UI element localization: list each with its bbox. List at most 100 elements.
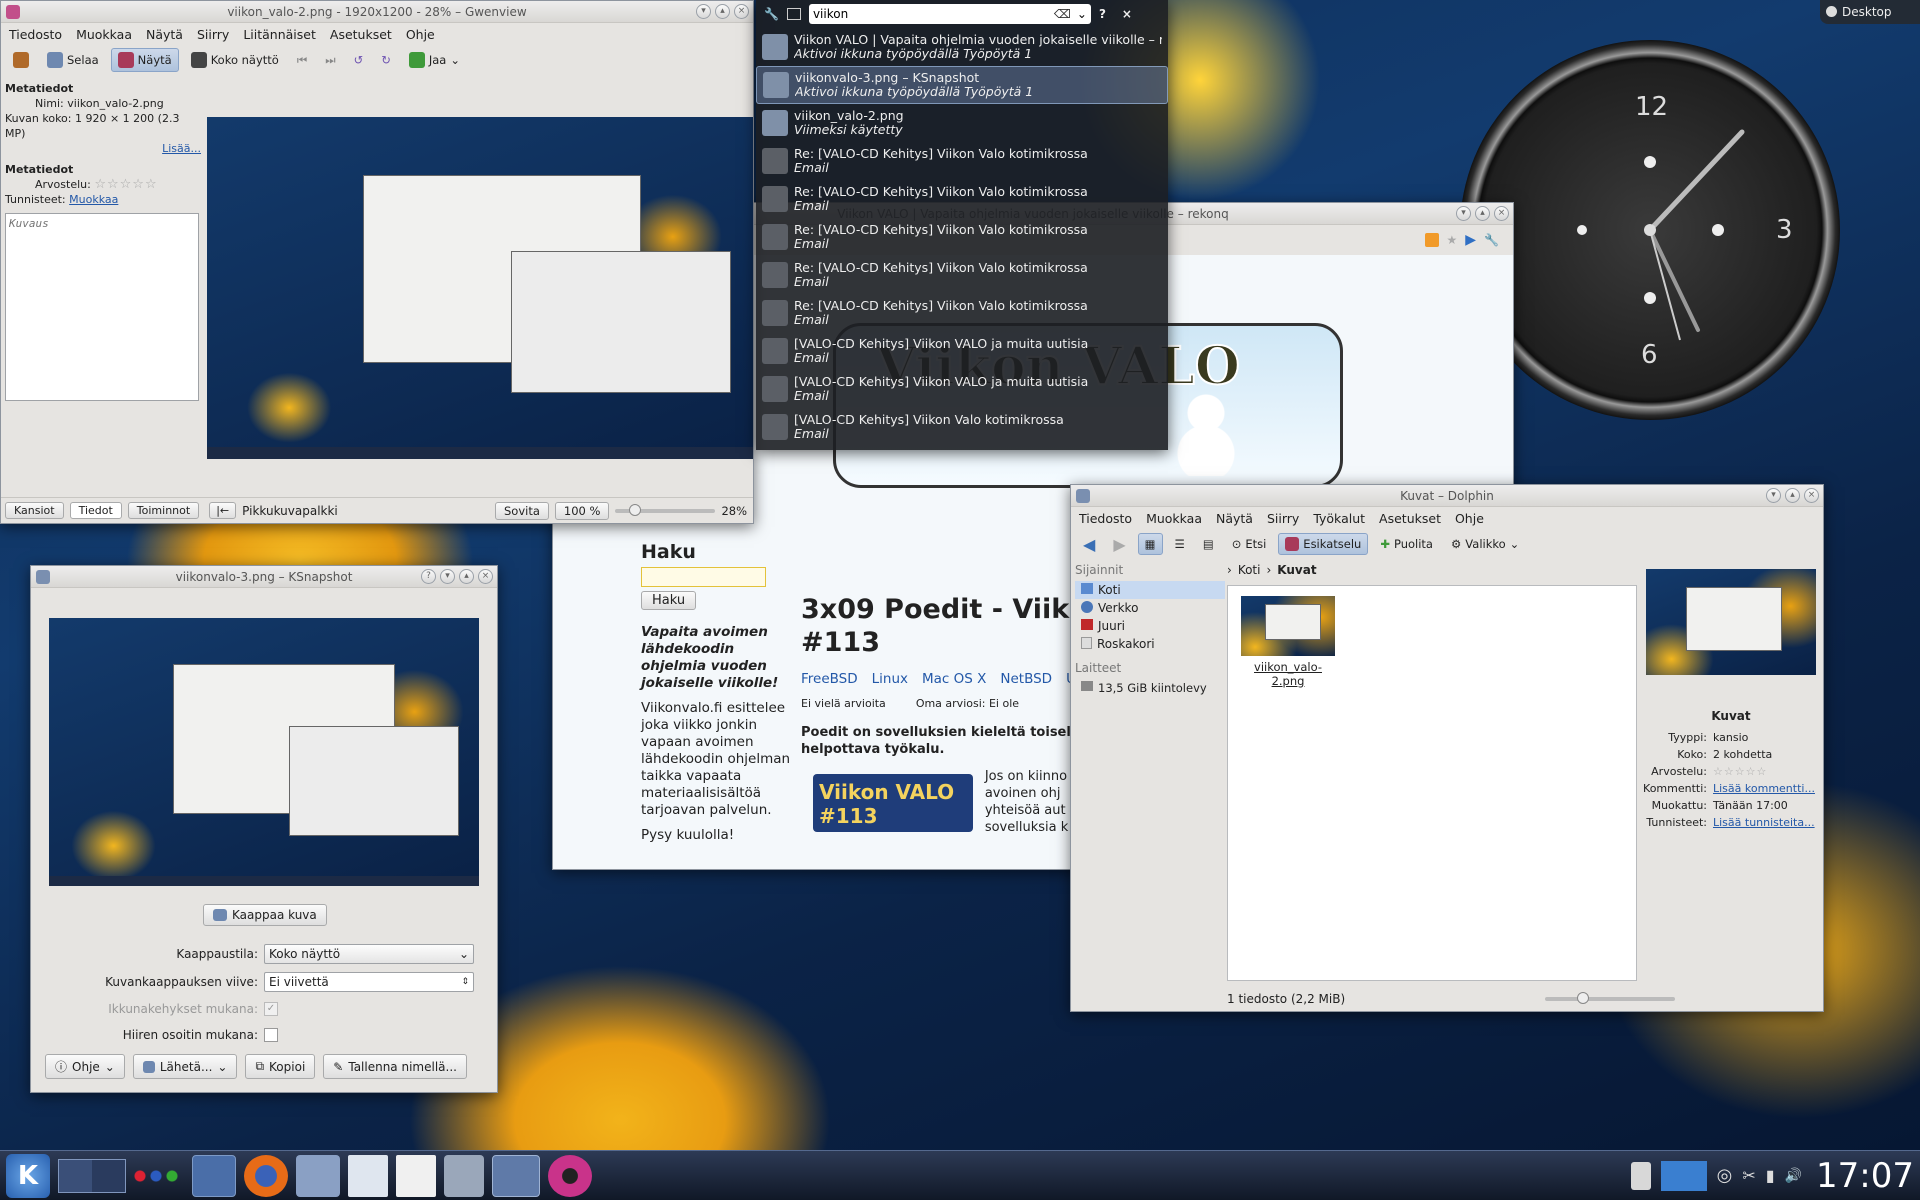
krunner-result-item[interactable]: Re: [VALO-CD Kehitys] Viikon Valo kotimi…: [756, 218, 1168, 256]
dolphin-titlebar[interactable]: Kuvat – Dolphin ▾ ▴ ×: [1071, 485, 1823, 507]
platform-linux[interactable]: Linux: [872, 671, 908, 687]
activity-dots-icon[interactable]: [134, 1168, 184, 1183]
krunner-result-item[interactable]: Re: [VALO-CD Kehitys] Viikon Valo kotimi…: [756, 256, 1168, 294]
activity-icon[interactable]: [786, 8, 801, 20]
krunner-window[interactable]: 🔧 viikon ⌫ ⌄ ? × Viikon VALO | Vapaita o…: [756, 0, 1168, 450]
analog-clock-widget[interactable]: 12 3 6: [1460, 40, 1840, 420]
icons-view-button[interactable]: ▦: [1137, 533, 1163, 555]
share-button[interactable]: Jaa ⌄: [403, 49, 466, 71]
maximize-button[interactable]: ▴: [459, 569, 474, 584]
search-button[interactable]: Haku: [641, 591, 697, 610]
krunner-result-item[interactable]: [VALO-CD Kehitys] Viikon Valo kotimikros…: [756, 408, 1168, 446]
find-button[interactable]: ⊙ Etsi: [1226, 534, 1273, 554]
previous-button[interactable]: ⏮: [291, 50, 313, 71]
close-icon[interactable]: ×: [1122, 7, 1132, 21]
place-roskakori[interactable]: Roskakori: [1075, 635, 1225, 653]
krunner-result-item[interactable]: Re: [VALO-CD Kehitys] Viikon Valo kotimi…: [756, 180, 1168, 218]
place-verkko[interactable]: Verkko: [1075, 599, 1225, 617]
search-input[interactable]: [641, 567, 766, 587]
task-kmail-icon[interactable]: [296, 1154, 340, 1197]
zoom-100-button[interactable]: 100 %: [554, 501, 610, 520]
menu-tyokalut[interactable]: Työkalut: [1313, 511, 1365, 526]
minimize-button[interactable]: ▾: [696, 4, 711, 19]
task-document-icon[interactable]: [348, 1154, 388, 1197]
menu-tiedosto[interactable]: Tiedosto: [1079, 511, 1132, 526]
help-button[interactable]: ?: [421, 569, 436, 584]
battery-icon[interactable]: ▮: [1766, 1166, 1775, 1185]
home-button[interactable]: [7, 49, 35, 71]
view-button[interactable]: Näytä: [110, 48, 179, 72]
zoom-slider-handle[interactable]: [629, 503, 642, 516]
next-button[interactable]: ⏭: [319, 50, 341, 71]
breadcrumb-kuvat[interactable]: Kuvat: [1277, 563, 1316, 577]
menu-nayta[interactable]: Näytä: [1216, 511, 1253, 526]
gwenview-image-preview[interactable]: [207, 117, 753, 459]
close-button[interactable]: ×: [1494, 206, 1509, 221]
description-field[interactable]: [5, 213, 199, 401]
volume-icon[interactable]: 🔊: [1785, 1168, 1802, 1184]
task-ksnapshot-icon[interactable]: [492, 1154, 540, 1197]
menu-liitannaiset[interactable]: Liitännäiset: [243, 27, 316, 42]
ksnapshot-titlebar[interactable]: viikonvalo-3.png – KSnapshot ? ▾ ▴ ×: [31, 566, 497, 588]
details-view-button[interactable]: ▤: [1197, 534, 1220, 554]
menu-ohje[interactable]: Ohje: [1455, 511, 1484, 526]
info-row-value[interactable]: Lisää kommentti...: [1713, 782, 1815, 799]
rotate-left-button[interactable]: ↺: [348, 50, 370, 70]
gwenview-window[interactable]: viikon_valo-2.png - 1920x1200 - 28% – Gw…: [0, 0, 754, 524]
tab-toiminnot[interactable]: Toiminnot: [127, 502, 200, 519]
task-gwenview-icon[interactable]: [548, 1154, 592, 1197]
krunner-result-item[interactable]: viikonvalo-3.png – KSnapshot Aktivoi ikku…: [756, 66, 1168, 104]
send-button[interactable]: Lähetä... ⌄: [132, 1054, 238, 1079]
maximize-button[interactable]: ▴: [715, 4, 730, 19]
borders-checkbox[interactable]: ✓: [264, 1002, 278, 1016]
maximize-button[interactable]: ▴: [1785, 488, 1800, 503]
krunner-result-item[interactable]: Re: [VALO-CD Kehitys] Viikon Valo kotimi…: [756, 294, 1168, 332]
fullscreen-button[interactable]: Koko näyttö: [185, 49, 285, 71]
rotate-right-button[interactable]: ↻: [375, 50, 397, 70]
panel-clock[interactable]: 17:07: [1816, 1156, 1914, 1196]
tags-edit-link[interactable]: Muokkaa: [69, 193, 118, 206]
copy-button[interactable]: ⧉ Kopioi: [245, 1054, 316, 1079]
back-button[interactable]: ◀: [1077, 532, 1101, 557]
tools-icon[interactable]: 🔧: [1484, 233, 1499, 247]
breadcrumb-koti[interactable]: Koti: [1238, 563, 1261, 577]
menu-muokkaa[interactable]: Muokkaa: [76, 27, 132, 42]
bookmark-star-icon[interactable]: ★: [1447, 233, 1458, 247]
help-icon[interactable]: ?: [1099, 7, 1106, 21]
capture-button[interactable]: Kaappaa kuva: [203, 904, 327, 926]
place-koti[interactable]: Koti: [1075, 581, 1225, 599]
minimize-button[interactable]: ▾: [440, 569, 455, 584]
task-firefox-icon[interactable]: [244, 1154, 288, 1197]
tab-kansiot[interactable]: Kansiot: [5, 502, 64, 519]
file-view[interactable]: viikon_valo-2.png: [1227, 585, 1637, 981]
task-audio-icon[interactable]: [444, 1154, 484, 1197]
klipper-icon[interactable]: ✂: [1742, 1166, 1755, 1185]
chevron-down-icon[interactable]: ⌄: [1077, 7, 1087, 21]
file-item[interactable]: viikon_valo-2.png: [1238, 596, 1338, 688]
menu-muokkaa[interactable]: Muokkaa: [1146, 511, 1202, 526]
krunner-result-item[interactable]: [VALO-CD Kehitys] Viikon VALO ja muita u…: [756, 370, 1168, 408]
krunner-result-item[interactable]: viikon_valo-2.png Viimeksi käytetty: [756, 104, 1168, 142]
task-cards-icon[interactable]: [396, 1154, 436, 1197]
forward-button[interactable]: ▶: [1107, 532, 1131, 557]
show-desktop-icon[interactable]: [1660, 1160, 1707, 1191]
info-rating-stars[interactable]: ☆☆☆☆☆: [1713, 765, 1767, 782]
desktop-toolbox[interactable]: Desktop: [1820, 0, 1920, 24]
gwenview-titlebar[interactable]: viikon_valo-2.png - 1920x1200 - 28% – Gw…: [1, 1, 753, 23]
ksnapshot-preview[interactable]: [49, 618, 479, 886]
mode-select[interactable]: Koko näyttö ⌄: [264, 944, 474, 964]
pager-icon[interactable]: [58, 1158, 126, 1193]
menu-ohje[interactable]: Ohje: [406, 27, 435, 42]
krunner-search-input[interactable]: viikon ⌫ ⌄: [808, 4, 1091, 24]
platform-macosx[interactable]: Mac OS X: [922, 671, 986, 687]
network-tray-icon[interactable]: ◎: [1717, 1165, 1733, 1186]
place-juuri[interactable]: Juuri: [1075, 617, 1225, 635]
icon-size-slider[interactable]: [1545, 992, 1675, 1004]
thumbbar-label[interactable]: Pikkukuvapalkki: [242, 504, 338, 518]
menu-asetukset[interactable]: Asetukset: [1379, 511, 1441, 526]
rss-icon[interactable]: [1424, 233, 1439, 247]
close-button[interactable]: ×: [478, 569, 493, 584]
rating-stars[interactable]: ☆☆☆☆☆: [94, 177, 157, 192]
menu-siirry[interactable]: Siirry: [197, 27, 229, 42]
krunner-result-item[interactable]: [VALO-CD Kehitys] Viikon VALO ja muita u…: [756, 332, 1168, 370]
